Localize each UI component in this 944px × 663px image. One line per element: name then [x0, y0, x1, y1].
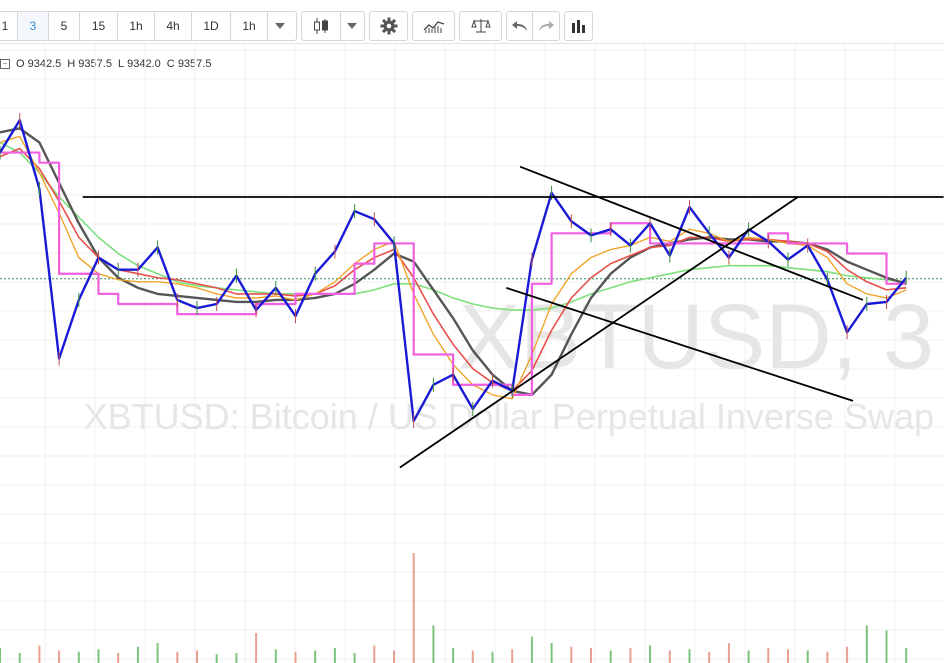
interval-15-button[interactable]: 15 — [80, 12, 118, 40]
indicators-button[interactable] — [413, 12, 454, 40]
interval-custom-button[interactable]: 1h — [231, 12, 268, 40]
interval-group: 1 3 5 15 1h 4h 1D 1h — [0, 11, 297, 41]
volume-bar — [77, 651, 80, 663]
volume-bar — [136, 646, 139, 663]
volume-bar — [668, 650, 671, 663]
volume-bar — [708, 651, 711, 663]
bar-chart-icon — [571, 20, 585, 33]
volume-bar — [491, 651, 494, 663]
volume-bar — [117, 653, 120, 663]
volume-bar — [314, 650, 317, 663]
volume-bar — [432, 625, 435, 663]
candles-icon — [313, 18, 328, 34]
volume-bar — [58, 650, 61, 663]
volume-bar — [176, 651, 179, 663]
volume-bar — [511, 649, 514, 663]
volume-bar — [294, 651, 297, 663]
interval-1d-button[interactable]: 1D — [192, 12, 231, 40]
interval-4h-button[interactable]: 4h — [155, 12, 192, 40]
volume-bar — [885, 630, 888, 663]
volume-bar — [196, 650, 198, 663]
volume-bar — [806, 650, 809, 663]
indicators-group — [412, 11, 455, 41]
volume-bar — [97, 649, 100, 663]
volume-bar — [688, 649, 691, 663]
interval-5-button[interactable]: 5 — [49, 12, 80, 40]
volume-bar — [215, 654, 218, 663]
volume-bar — [905, 648, 908, 663]
price-chart[interactable]: XBTUSD, 3 XBTUSD: Bitcoin / US Dollar Pe… — [0, 44, 944, 663]
chart-toolbar: 1 3 5 15 1h 4h 1D 1h — [0, 0, 944, 44]
depth-group — [564, 11, 593, 41]
redo-icon — [539, 21, 554, 31]
chevron-down-icon — [347, 23, 358, 29]
ma-green-line — [0, 141, 907, 311]
volume-bar — [333, 648, 336, 663]
volume-bar — [0, 648, 1, 663]
settings-button[interactable] — [370, 12, 407, 40]
volume-bar — [609, 650, 612, 663]
chart-type-group — [301, 11, 365, 41]
volume-bar — [18, 653, 21, 663]
volume-bar — [530, 636, 533, 663]
volume-bar — [550, 643, 553, 663]
undo-icon — [511, 21, 527, 31]
volume-bar — [649, 645, 652, 663]
undo-button[interactable] — [507, 12, 534, 40]
volume-bar — [727, 643, 730, 663]
volume-bar — [393, 650, 395, 663]
volume-bar — [373, 645, 376, 663]
interval-1-button[interactable]: 1 — [0, 12, 18, 40]
depth-button[interactable] — [565, 12, 592, 40]
volume-bar — [353, 653, 356, 663]
chart-type-dropdown-button[interactable] — [341, 12, 364, 40]
volume-bar — [865, 625, 868, 663]
indicators-icon — [423, 21, 444, 33]
gear-icon — [380, 17, 397, 35]
watermark-description: XBTUSD: Bitcoin / US Dollar Perpetual In… — [84, 396, 934, 437]
volume-bar — [629, 648, 632, 663]
volume-bar — [570, 646, 573, 663]
scales-icon — [470, 19, 491, 33]
redo-button[interactable] — [533, 12, 559, 40]
volume-bar — [846, 646, 849, 663]
volume-bar — [471, 650, 474, 663]
volume-bar — [747, 650, 750, 663]
interval-3-button[interactable]: 3 — [18, 12, 49, 40]
history-group — [506, 11, 560, 41]
volume-bar — [452, 648, 455, 663]
compare-group — [459, 11, 502, 41]
candles-button[interactable] — [302, 12, 341, 40]
chevron-down-icon — [275, 23, 285, 29]
settings-group — [369, 11, 408, 41]
interval-1h-button[interactable]: 1h — [118, 12, 155, 40]
volume-bar — [590, 648, 592, 663]
volume-bar — [412, 553, 415, 663]
volume-bar — [767, 648, 770, 663]
volume-bar — [156, 643, 159, 663]
volume-bar — [38, 645, 41, 663]
volume-bar — [235, 653, 238, 663]
volume-bar — [255, 633, 258, 663]
volume-bar — [787, 649, 789, 663]
volume-bar — [826, 651, 829, 663]
compare-button[interactable] — [460, 12, 501, 40]
volume-bar — [274, 649, 277, 663]
interval-dropdown-button[interactable] — [268, 12, 292, 40]
